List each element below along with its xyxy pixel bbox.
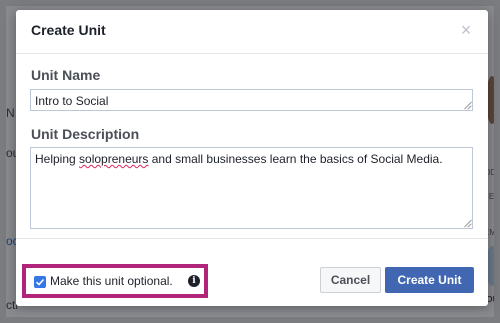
- background-text-fragment: N: [6, 106, 15, 120]
- description-text-start: Helping: [35, 152, 80, 166]
- create-unit-dialog: Create Unit × Unit Name Intro to Social …: [16, 10, 488, 306]
- make-optional-label[interactable]: Make this unit optional.: [50, 274, 173, 288]
- resize-handle-icon[interactable]: [463, 101, 471, 109]
- dialog-footer: Make this unit optional. i Cancel Create…: [16, 238, 488, 307]
- unit-description-value: Helping solopreneurs and small businesse…: [35, 152, 443, 166]
- dialog-title: Create Unit: [31, 22, 106, 38]
- resize-handle-icon[interactable]: [463, 219, 471, 227]
- unit-description-label: Unit Description: [31, 126, 140, 142]
- close-icon[interactable]: ×: [458, 21, 474, 39]
- dialog-header: Create Unit ×: [16, 10, 488, 54]
- optional-highlight-box: Make this unit optional. i: [22, 264, 208, 298]
- description-text-end: and small businesses learn the basics of…: [148, 152, 443, 166]
- unit-name-value: Intro to Social: [35, 94, 109, 108]
- cancel-button[interactable]: Cancel: [320, 267, 381, 293]
- make-optional-checkbox[interactable]: [34, 276, 46, 288]
- unit-description-textarea[interactable]: Helping solopreneurs and small businesse…: [30, 147, 473, 229]
- unit-name-label: Unit Name: [31, 67, 101, 83]
- unit-name-input[interactable]: Intro to Social: [30, 89, 473, 111]
- checkmark-icon: [35, 278, 45, 286]
- misspelled-word: solopreneurs: [79, 152, 149, 166]
- info-icon[interactable]: i: [188, 275, 200, 287]
- create-unit-button[interactable]: Create Unit: [385, 267, 474, 293]
